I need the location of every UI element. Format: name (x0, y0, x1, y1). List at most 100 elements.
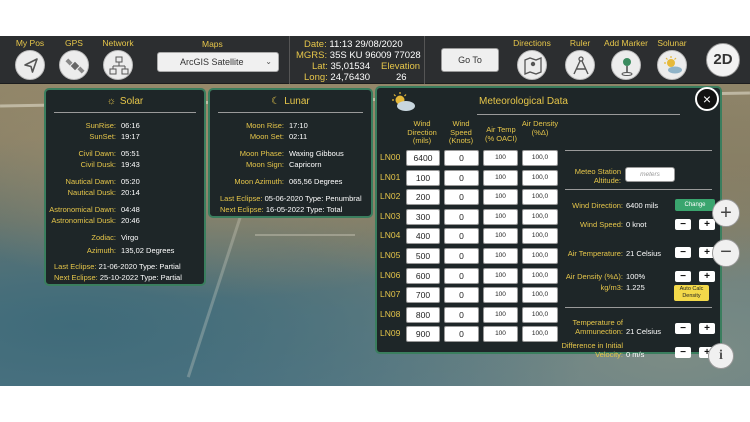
network-button[interactable]: Network (96, 38, 140, 80)
sunrise-label: SunRise: (85, 121, 116, 130)
map-layer-select[interactable]: ArcGIS Satellite ⌄ (157, 52, 279, 72)
solar-last-eclipse-label: Last Eclipse: (54, 262, 97, 271)
air-density-plus-button[interactable]: + (699, 271, 715, 282)
solar-last-eclipse-value: 21-06-2020 Type: Partial (98, 262, 181, 271)
air-density-input[interactable]: 100,0 (522, 326, 558, 343)
air-temp-input[interactable]: 100 (483, 228, 518, 245)
goto-button[interactable]: Go To (441, 48, 499, 72)
air-temp-input[interactable]: 100 (483, 287, 518, 304)
wind-speed-input[interactable]: 0 (444, 189, 479, 206)
wind-speed-input[interactable]: 0 (444, 208, 479, 225)
civil-dawn-label: Civil Dawn: (78, 149, 116, 158)
air-temp-minus-button[interactable]: − (675, 247, 691, 258)
wind-speed-minus-button[interactable]: − (675, 219, 691, 230)
position-info: Date: 11:13 29/08/2020 MGRS: 35S KU 9600… (289, 36, 425, 84)
astro-dusk-value: 20:46 (121, 216, 140, 225)
close-icon[interactable]: × (695, 87, 719, 111)
station-altitude-input[interactable]: meters (625, 167, 675, 182)
wind-direction-input[interactable]: 6400 (406, 150, 440, 166)
solunar-label: Solunar (657, 38, 687, 48)
wind-direction-value: 6400 mils (626, 201, 659, 210)
wind-direction-input[interactable]: 600 (406, 267, 440, 284)
air-density-input[interactable]: 100,0 (522, 208, 558, 225)
solar-panel: ☼ Solar SunRise: 06:16 SunSet: 19:17 Civil … (44, 88, 206, 286)
wind-speed-input[interactable]: 0 (444, 169, 479, 186)
air-temp-input[interactable]: 100 (483, 150, 518, 166)
sun-cloud-icon (389, 92, 417, 114)
wind-speed-input[interactable]: 0 (444, 228, 479, 245)
auto-calc-density-button[interactable]: Auto Calc Density (674, 285, 709, 301)
zoom-out-button[interactable]: − (712, 239, 740, 267)
wind-direction-input[interactable]: 700 (406, 287, 440, 304)
velocity-diff-value: 0 m/s (626, 350, 645, 359)
gps-button[interactable]: GPS (52, 38, 96, 80)
line-label: LN09 (380, 328, 401, 339)
wind-speed-input[interactable]: 0 (444, 287, 479, 304)
add-marker-button[interactable]: Add Marker (604, 38, 648, 80)
wind-direction-input[interactable]: 300 (406, 208, 440, 225)
air-density-input[interactable]: 100,0 (522, 150, 558, 166)
divider (565, 307, 712, 308)
air-density-input[interactable]: 100,0 (522, 248, 558, 264)
zoom-in-button[interactable]: + (712, 199, 740, 227)
solar-title: ☼ Solar (46, 96, 204, 107)
moon-sign-value: Capricorn (289, 160, 322, 169)
air-density-label: Air Density (%Δ): (565, 272, 623, 281)
air-density-minus-button[interactable]: − (675, 271, 691, 282)
velocity-minus-button[interactable]: − (675, 347, 691, 358)
air-density-input[interactable]: 100,0 (522, 169, 558, 186)
air-temp-input[interactable]: 100 (483, 306, 518, 323)
air-density-input[interactable]: 100,0 (522, 267, 558, 284)
air-density-input[interactable]: 100,0 (522, 287, 558, 304)
solunar-button[interactable]: Solunar (650, 38, 694, 80)
ammo-temp-plus-button[interactable]: + (699, 323, 715, 334)
wind-speed-plus-button[interactable]: + (699, 219, 715, 230)
air-temp-input[interactable]: 100 (483, 248, 518, 264)
ruler-label: Ruler (569, 38, 591, 48)
wind-direction-input[interactable]: 400 (406, 228, 440, 245)
change-button[interactable]: Change (675, 199, 715, 211)
air-temp-input[interactable]: 100 (483, 208, 518, 225)
elevation-label: Elevation (381, 61, 421, 72)
lat-label: Lat: (312, 61, 328, 72)
long-label: Long: (304, 72, 328, 83)
nautical-dawn-value: 05:20 (121, 177, 140, 186)
wind-direction-input[interactable]: 500 (406, 248, 440, 264)
air-density-input[interactable]: 100,0 (522, 228, 558, 245)
marker-pin-icon (611, 50, 641, 80)
my-pos-button[interactable]: My Pos (8, 38, 52, 80)
line-label: LN08 (380, 308, 401, 319)
lunar-last-eclipse: Last Eclipse: 05-06-2020 Type: Penumbral (220, 194, 362, 203)
solar-next-eclipse-value: 25-10-2022 Type: Partial (99, 273, 182, 282)
air-density-input[interactable]: 100,0 (522, 189, 558, 206)
air-temp-input[interactable]: 100 (483, 326, 518, 343)
mode-2d-button[interactable]: 2D (706, 43, 740, 77)
wind-speed-input[interactable]: 0 (444, 326, 479, 343)
astro-dawn-label: Astronomical Dawn: (49, 205, 116, 214)
lunar-panel: ☾ Lunar Moon Rise: 17:10 Moon Set: 02:11 Mo… (208, 88, 373, 218)
lunar-title-text: Lunar (284, 96, 310, 107)
lunar-next-eclipse: Next Eclipse: 16-05-2022 Type: Total (220, 205, 342, 214)
astro-dawn-value: 04:48 (121, 205, 140, 214)
lunar-title: ☾ Lunar (210, 96, 371, 107)
wind-speed-input[interactable]: 0 (444, 248, 479, 264)
divider (477, 114, 680, 115)
wind-direction-input[interactable]: 800 (406, 306, 440, 323)
meteo-panel: Meteorological Data Wind Direction (mils… (375, 86, 722, 359)
wind-direction-input[interactable]: 200 (406, 189, 440, 206)
directions-button[interactable]: Directions (510, 38, 554, 80)
col-wind-speed: Wind Speed (Knots) (448, 119, 474, 145)
air-temp-input[interactable]: 100 (483, 169, 518, 186)
add-marker-label: Add Marker (604, 38, 648, 48)
wind-speed-input[interactable]: 0 (444, 306, 479, 323)
ruler-button[interactable]: Ruler (558, 38, 602, 80)
ammo-temp-minus-button[interactable]: − (675, 323, 691, 334)
wind-direction-input[interactable]: 100 (406, 169, 440, 186)
air-density-input[interactable]: 100,0 (522, 306, 558, 323)
wind-direction-input[interactable]: 900 (406, 326, 440, 343)
air-temp-input[interactable]: 100 (483, 189, 518, 206)
air-temp-input[interactable]: 100 (483, 267, 518, 284)
info-icon[interactable]: i (708, 343, 734, 369)
wind-speed-input[interactable]: 0 (444, 150, 479, 166)
wind-speed-input[interactable]: 0 (444, 267, 479, 284)
